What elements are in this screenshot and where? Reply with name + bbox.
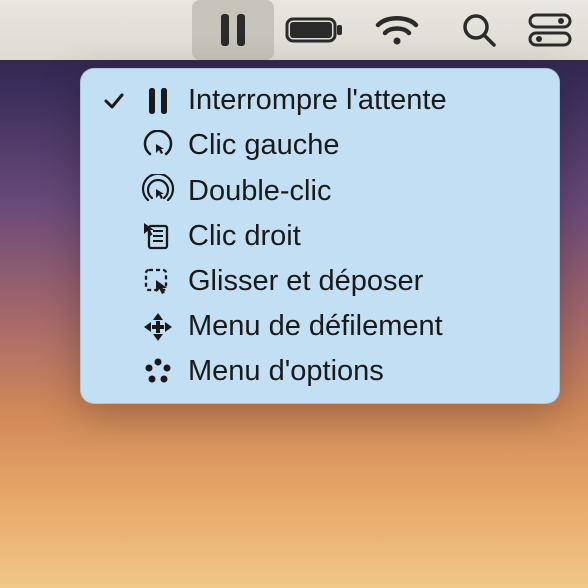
dwell-dropdown-menu: Interrompre l'attente Clic gauche Double… bbox=[80, 68, 560, 404]
menu-item-label: Double-clic bbox=[188, 175, 536, 208]
control-center-icon bbox=[528, 13, 572, 47]
menu-item-left-click[interactable]: Clic gauche bbox=[84, 123, 556, 168]
menu-item-label: Clic droit bbox=[188, 220, 536, 253]
right-click-icon bbox=[140, 221, 176, 253]
menu-item-label: Menu d'options bbox=[188, 355, 536, 388]
double-click-icon bbox=[140, 174, 176, 208]
search-icon bbox=[460, 11, 498, 49]
menu-item-label: Interrompre l'attente bbox=[188, 84, 536, 117]
pause-icon bbox=[140, 87, 176, 115]
menubar bbox=[0, 0, 588, 60]
menubar-dwell-icon[interactable] bbox=[192, 0, 274, 60]
pause-icon bbox=[218, 12, 248, 48]
menubar-control-center-icon[interactable] bbox=[520, 0, 580, 60]
menu-item-label: Clic gauche bbox=[188, 129, 536, 162]
scroll-arrows-icon bbox=[140, 311, 176, 343]
wifi-icon bbox=[374, 13, 420, 47]
menu-item-options-menu[interactable]: Menu d'options bbox=[84, 349, 556, 394]
menu-item-double-click[interactable]: Double-clic bbox=[84, 168, 556, 214]
menubar-search-icon[interactable] bbox=[438, 0, 520, 60]
menu-item-drag-drop[interactable]: Glisser et déposer bbox=[84, 259, 556, 304]
drag-drop-icon bbox=[140, 266, 176, 298]
menu-item-label: Menu de défilement bbox=[188, 310, 536, 343]
menu-item-label: Glisser et déposer bbox=[188, 265, 536, 298]
menu-item-scroll-menu[interactable]: Menu de défilement bbox=[84, 304, 556, 349]
menu-item-pause-dwell[interactable]: Interrompre l'attente bbox=[84, 78, 556, 123]
menubar-wifi-icon[interactable] bbox=[356, 0, 438, 60]
menubar-battery-icon[interactable] bbox=[274, 0, 356, 60]
left-click-icon bbox=[140, 130, 176, 162]
options-dots-icon bbox=[140, 357, 176, 387]
check-icon bbox=[100, 89, 128, 113]
menu-item-right-click[interactable]: Clic droit bbox=[84, 214, 556, 259]
battery-icon bbox=[285, 15, 345, 45]
